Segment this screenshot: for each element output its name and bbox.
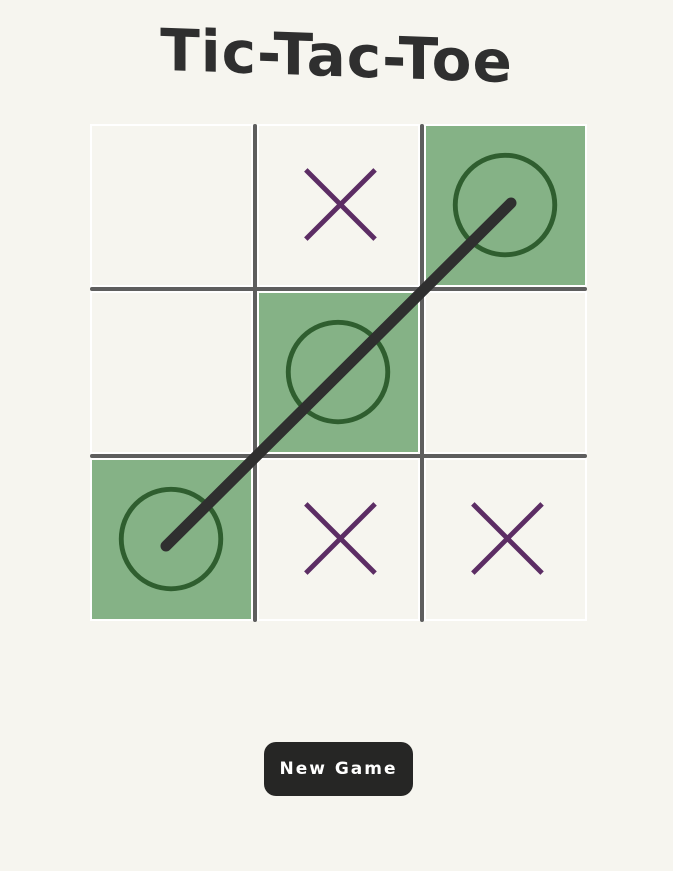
o-mark-icon [452,152,558,258]
grid-line-vertical-1 [253,124,257,622]
board-cell-3[interactable] [424,124,587,287]
board-cell-6[interactable] [424,291,587,454]
board-cell-7[interactable] [90,458,253,621]
board-cell-5[interactable] [257,291,420,454]
x-mark-icon [304,168,377,241]
board-cell-2[interactable] [257,124,420,287]
grid-line-horizontal-1 [90,287,587,291]
page-title: Tic-Tac-Toe [160,15,513,97]
x-mark-icon [471,502,544,575]
o-mark-icon [285,319,391,425]
grid-line-horizontal-2 [90,454,587,458]
o-mark-icon [118,486,224,592]
board-cell-8[interactable] [257,458,420,621]
board-cell-4[interactable] [90,291,253,454]
game-board [90,124,587,622]
grid-line-vertical-2 [420,124,424,622]
board-cell-1[interactable] [90,124,253,287]
new-game-button[interactable]: New Game [264,742,413,796]
x-mark-icon [304,502,377,575]
board-cell-9[interactable] [424,458,587,621]
